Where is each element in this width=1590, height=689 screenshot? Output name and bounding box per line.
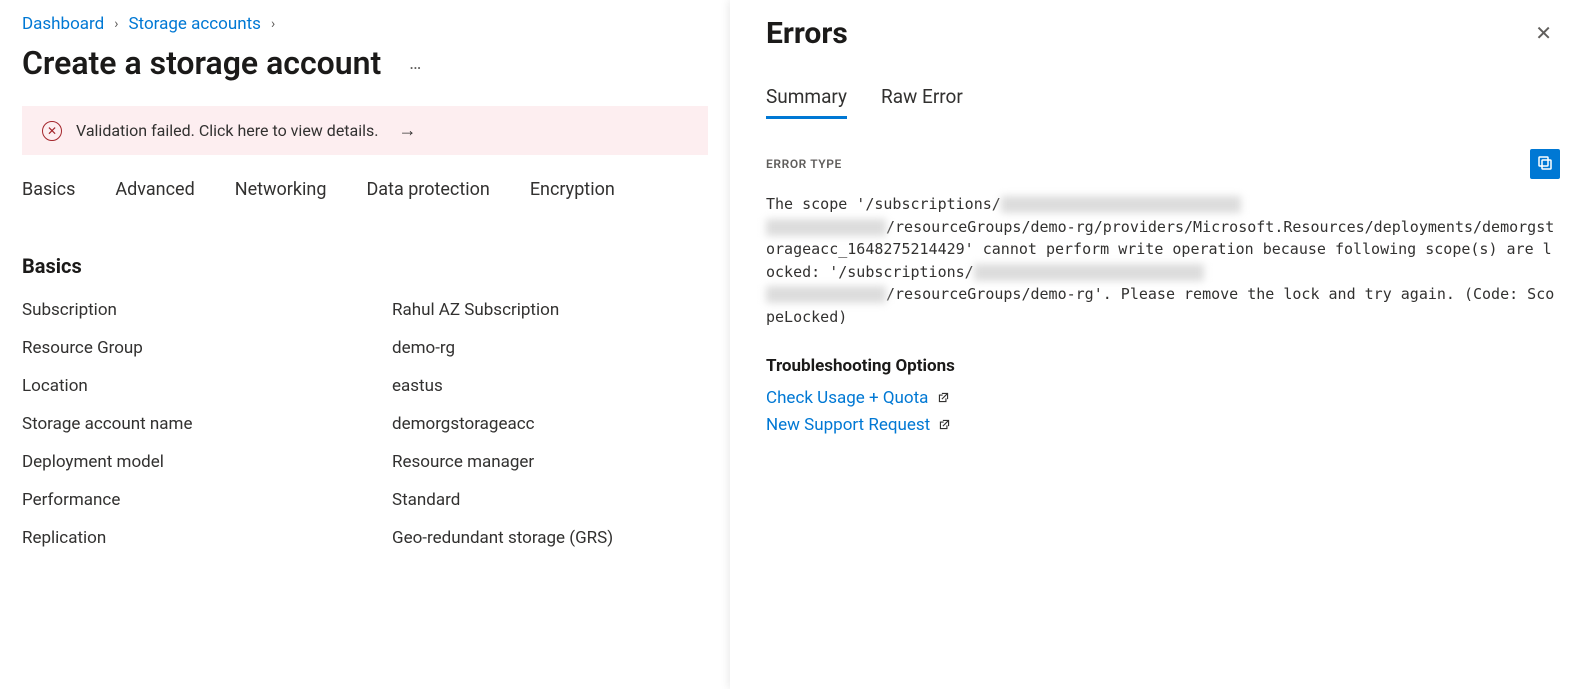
new-support-request-link[interactable]: New Support Request bbox=[766, 415, 930, 435]
redacted-text bbox=[974, 264, 1204, 281]
external-link-icon bbox=[938, 416, 951, 436]
chevron-right-icon: › bbox=[271, 16, 275, 32]
error-icon: ✕ bbox=[42, 121, 62, 141]
redacted-text bbox=[766, 286, 886, 303]
value-performance: Standard bbox=[392, 490, 708, 510]
error-type-label: ERROR TYPE bbox=[766, 157, 842, 171]
errors-panel: Errors ✕ Summary Raw Error ERROR TYPE Th… bbox=[730, 0, 1590, 689]
value-storage-account-name: demorgstorageacc bbox=[392, 414, 708, 434]
label-resource-group: Resource Group bbox=[22, 338, 392, 358]
label-replication: Replication bbox=[22, 528, 392, 548]
link-row: New Support Request bbox=[766, 415, 1560, 436]
errors-panel-title: Errors bbox=[766, 16, 848, 51]
link-row: Check Usage + Quota bbox=[766, 388, 1560, 409]
label-performance: Performance bbox=[22, 490, 392, 510]
error-text-part1: The scope '/subscriptions/ bbox=[766, 195, 1001, 213]
validation-error-banner[interactable]: ✕ Validation failed. Click here to view … bbox=[22, 106, 708, 155]
external-link-icon bbox=[937, 389, 950, 409]
value-location: eastus bbox=[392, 376, 708, 396]
label-deployment-model: Deployment model bbox=[22, 452, 392, 472]
value-resource-group: demo-rg bbox=[392, 338, 708, 358]
errors-panel-header: Errors ✕ bbox=[766, 16, 1560, 51]
validation-error-text: Validation failed. Click here to view de… bbox=[76, 121, 379, 140]
errors-panel-tabs: Summary Raw Error bbox=[766, 85, 1560, 119]
page-title: Create a storage account bbox=[22, 44, 381, 82]
check-usage-quota-link[interactable]: Check Usage + Quota bbox=[766, 388, 928, 408]
value-replication: Geo-redundant storage (GRS) bbox=[392, 528, 708, 548]
value-deployment-model: Resource manager bbox=[392, 452, 708, 472]
error-message: The scope '/subscriptions//resourceGroup… bbox=[766, 193, 1560, 328]
main-content: Dashboard › Storage accounts › Create a … bbox=[0, 0, 730, 689]
chevron-right-icon: › bbox=[114, 16, 118, 32]
troubleshooting-heading: Troubleshooting Options bbox=[766, 356, 1560, 376]
label-location: Location bbox=[22, 376, 392, 396]
wizard-tabs: Basics Advanced Networking Data protecti… bbox=[22, 179, 708, 206]
basics-summary-grid: Subscription Rahul AZ Subscription Resou… bbox=[22, 300, 708, 548]
error-type-row: ERROR TYPE bbox=[766, 149, 1560, 179]
tab-raw-error[interactable]: Raw Error bbox=[881, 85, 963, 119]
label-subscription: Subscription bbox=[22, 300, 392, 320]
tab-networking[interactable]: Networking bbox=[235, 179, 327, 206]
tab-encryption[interactable]: Encryption bbox=[530, 179, 615, 206]
breadcrumb-item-storage-accounts[interactable]: Storage accounts bbox=[128, 14, 260, 34]
tab-data-protection[interactable]: Data protection bbox=[366, 179, 489, 206]
tab-basics[interactable]: Basics bbox=[22, 179, 75, 206]
section-heading-basics: Basics bbox=[22, 254, 708, 278]
value-subscription: Rahul AZ Subscription bbox=[392, 300, 708, 320]
close-icon: ✕ bbox=[1535, 23, 1552, 45]
breadcrumb-item-dashboard[interactable]: Dashboard bbox=[22, 14, 104, 34]
tab-advanced[interactable]: Advanced bbox=[115, 179, 194, 206]
label-storage-account-name: Storage account name bbox=[22, 414, 392, 434]
arrow-right-icon: → bbox=[399, 120, 417, 141]
copy-icon bbox=[1536, 154, 1554, 175]
redacted-text bbox=[766, 219, 886, 236]
more-actions-button[interactable]: … bbox=[405, 53, 425, 74]
redacted-text bbox=[1001, 196, 1241, 213]
tab-summary[interactable]: Summary bbox=[766, 85, 847, 119]
breadcrumb: Dashboard › Storage accounts › bbox=[22, 14, 708, 34]
copy-button[interactable] bbox=[1530, 149, 1560, 179]
page-title-row: Create a storage account … bbox=[22, 44, 708, 82]
close-button[interactable]: ✕ bbox=[1527, 20, 1560, 48]
